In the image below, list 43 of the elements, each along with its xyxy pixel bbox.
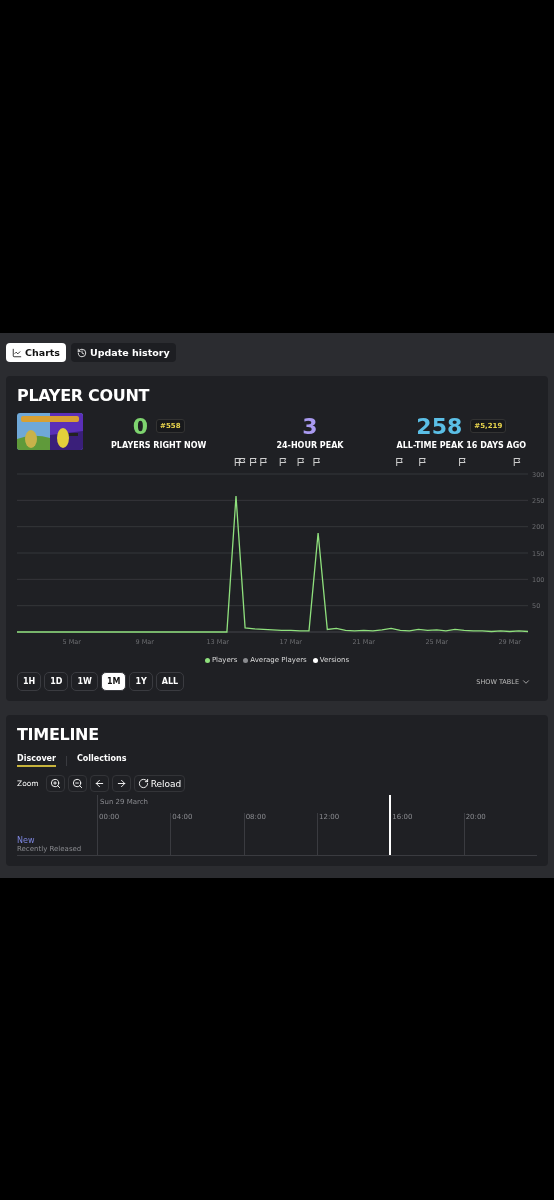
timeline-tab[interactable]: Collections [76, 754, 127, 767]
flag-icon[interactable] [459, 457, 466, 467]
range-button[interactable]: 1D [44, 672, 69, 691]
stat-value: 258 [416, 413, 463, 439]
section-title: TIMELINE [17, 725, 100, 744]
stat-value: 0 [132, 413, 149, 439]
stat-value: 3 [302, 413, 318, 439]
section-title: PLAYER COUNT [17, 386, 151, 405]
timeline-tab[interactable]: Discover [17, 754, 56, 767]
line-chart-icon [12, 347, 22, 358]
flag-icon[interactable] [396, 457, 403, 467]
back-button[interactable] [89, 775, 109, 792]
range-button[interactable]: ALL [155, 672, 185, 691]
forward-button[interactable] [111, 775, 131, 792]
view-tab[interactable]: Update history [71, 343, 176, 362]
stat-label: ALL-TIME PEAK 16 DAYS AGO [396, 440, 527, 450]
reload-icon [137, 778, 149, 789]
zoom-in-button[interactable] [45, 775, 65, 792]
reload-button[interactable]: Reload [133, 775, 186, 792]
stat-label: PLAYERS RIGHT NOW [111, 440, 207, 450]
range-button[interactable]: 1W [71, 672, 98, 691]
flag-icon[interactable] [250, 457, 257, 467]
flag-icon[interactable] [279, 457, 287, 467]
flag-icon[interactable] [238, 457, 246, 467]
stat-label: 24-HOUR PEAK [276, 440, 344, 450]
flag-icon[interactable] [234, 457, 242, 467]
flag-icon[interactable] [297, 457, 305, 467]
flag-icon[interactable] [419, 457, 426, 467]
flag-icon[interactable] [313, 457, 320, 467]
range-button[interactable]: 1M [100, 672, 127, 691]
range-button[interactable]: 1Y [129, 672, 153, 691]
row-name[interactable]: New [17, 836, 97, 845]
arrow-right-icon [115, 778, 127, 789]
flag-icon[interactable] [260, 457, 267, 467]
zoom-out-icon [71, 778, 83, 789]
range-button[interactable]: 1H [17, 672, 42, 691]
flag-icon[interactable] [513, 457, 521, 467]
arrow-left-icon [93, 778, 105, 789]
view-tab[interactable]: Charts [6, 343, 67, 362]
current-time-line [389, 795, 392, 855]
zoom-out-button[interactable] [67, 775, 87, 792]
history-icon [77, 347, 88, 358]
zoom-in-icon [49, 778, 61, 789]
